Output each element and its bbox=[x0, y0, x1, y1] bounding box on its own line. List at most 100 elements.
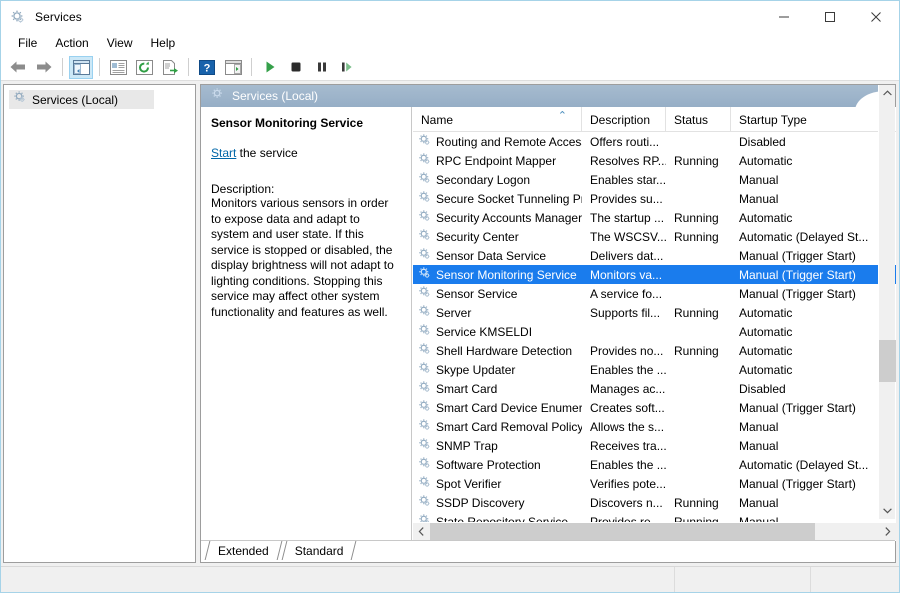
cell-service-name: SSDP Discovery bbox=[413, 494, 582, 511]
table-row[interactable]: Routing and Remote Access Offers routi...… bbox=[413, 132, 896, 151]
show-action-pane-icon[interactable] bbox=[221, 56, 245, 79]
table-row[interactable]: Sensor Data Service Delivers dat... Manual… bbox=[413, 246, 896, 265]
cell-startup-type: Manual bbox=[739, 191, 779, 206]
table-row[interactable]: Skype Updater Enables the ... Automatic bbox=[413, 360, 896, 379]
table-row[interactable]: Secure Socket Tunneling Pr... Provides su… bbox=[413, 189, 896, 208]
service-detail-panel: Sensor Monitoring Service Start the serv… bbox=[201, 107, 412, 541]
table-row[interactable]: Server Supports fil... Running Automatic bbox=[413, 303, 896, 322]
table-row[interactable]: Service KMSELDI Automatic bbox=[413, 322, 896, 341]
column-header-startup-type[interactable]: Startup Type bbox=[731, 107, 879, 132]
table-row[interactable]: Smart Card Manages ac... Disabled bbox=[413, 379, 896, 398]
list-horizontal-scrollbar[interactable] bbox=[413, 523, 896, 540]
services-gear-icon bbox=[418, 418, 432, 435]
cell-startup-type: Manual bbox=[739, 438, 779, 453]
back-icon[interactable] bbox=[6, 56, 30, 79]
close-button[interactable] bbox=[853, 1, 899, 32]
cell-service-name: RPC Endpoint Mapper bbox=[413, 152, 582, 169]
table-row[interactable]: State Repository Service Provides re... Ru… bbox=[413, 512, 896, 522]
start-service-icon[interactable] bbox=[258, 56, 282, 79]
cell-startup-type: Disabled bbox=[739, 381, 786, 396]
cell-startup-type: Manual (Trigger Start) bbox=[739, 267, 856, 282]
cell-startup-type: Automatic bbox=[739, 362, 793, 377]
services-gear-icon bbox=[13, 90, 27, 109]
cell-startup-type: Manual (Trigger Start) bbox=[739, 400, 856, 415]
menu-help[interactable]: Help bbox=[142, 33, 185, 53]
table-row[interactable]: Smart Card Removal Policy Allows the s...… bbox=[413, 417, 896, 436]
table-row[interactable]: Security Center The WSCSV... Running Automa… bbox=[413, 227, 896, 246]
table-row[interactable]: Security Accounts Manager The startup ...… bbox=[413, 208, 896, 227]
cell-startup-type: Disabled bbox=[739, 134, 786, 149]
services-window: Services File Action View Help ? Service… bbox=[0, 0, 900, 593]
menu-view[interactable]: View bbox=[98, 33, 142, 53]
restart-service-icon[interactable] bbox=[336, 56, 360, 79]
table-row[interactable]: Sensor Service A service fo... Manual (Tri… bbox=[413, 284, 896, 303]
menu-file[interactable]: File bbox=[9, 33, 46, 53]
table-row[interactable]: SSDP Discovery Discovers n... Running Manua… bbox=[413, 493, 896, 512]
horizontal-scrollbar-thumb[interactable] bbox=[430, 523, 815, 540]
column-header-name-label: Name bbox=[421, 112, 454, 127]
scroll-down-icon[interactable] bbox=[879, 502, 896, 519]
toolbar-separator bbox=[62, 58, 63, 76]
status-bar bbox=[1, 566, 899, 592]
cell-service-name: SNMP Trap bbox=[413, 437, 582, 454]
horizontal-scrollbar-track[interactable] bbox=[430, 523, 879, 540]
window-title: Services bbox=[35, 9, 82, 24]
show-hide-console-tree-icon[interactable] bbox=[69, 55, 93, 79]
service-name-label: Software Protection bbox=[436, 457, 541, 472]
cell-service-name: Shell Hardware Detection bbox=[413, 342, 582, 359]
status-bar-panel-2 bbox=[675, 567, 811, 592]
table-row[interactable]: Smart Card Device Enumera... Creates soft… bbox=[413, 398, 896, 417]
table-row[interactable]: Sensor Monitoring Service Monitors va... M… bbox=[413, 265, 896, 284]
scroll-right-icon[interactable] bbox=[879, 523, 896, 540]
forward-icon[interactable] bbox=[32, 56, 56, 79]
tab-standard[interactable]: Standard bbox=[282, 541, 357, 562]
toolbar-separator bbox=[99, 58, 100, 76]
services-gear-icon bbox=[418, 437, 432, 454]
table-row[interactable]: SNMP Trap Receives tra... Manual bbox=[413, 436, 896, 455]
services-gear-icon bbox=[418, 323, 432, 340]
cell-startup-type: Automatic bbox=[739, 210, 793, 225]
properties-icon[interactable] bbox=[106, 56, 130, 79]
maximize-button[interactable] bbox=[807, 1, 853, 32]
column-header-status[interactable]: Status bbox=[666, 107, 731, 132]
column-header-description[interactable]: Description bbox=[582, 107, 666, 132]
export-list-icon[interactable] bbox=[158, 56, 182, 79]
cell-description: A service fo... bbox=[590, 286, 663, 301]
table-row[interactable]: Software Protection Enables the ... Automa… bbox=[413, 455, 896, 474]
status-bar-panel-3 bbox=[811, 567, 899, 592]
pause-service-icon[interactable] bbox=[310, 56, 334, 79]
services-gear-icon bbox=[418, 475, 432, 492]
scroll-left-icon[interactable] bbox=[413, 523, 430, 540]
service-name-label: Spot Verifier bbox=[436, 476, 502, 491]
stop-service-icon[interactable] bbox=[284, 56, 308, 79]
menu-action[interactable]: Action bbox=[46, 33, 97, 53]
column-header-name[interactable]: Name ⌃ bbox=[413, 107, 582, 132]
table-row[interactable]: RPC Endpoint Mapper Resolves RP... Running… bbox=[413, 151, 896, 170]
service-detail-title: Sensor Monitoring Service bbox=[211, 116, 364, 130]
table-row[interactable]: Secondary Logon Enables star... Manual bbox=[413, 170, 896, 189]
cell-description: Receives tra... bbox=[590, 438, 666, 453]
services-gear-icon bbox=[418, 171, 432, 188]
services-gear-icon bbox=[418, 266, 432, 283]
start-service-link[interactable]: Start bbox=[211, 146, 236, 160]
tab-extended[interactable]: Extended bbox=[205, 541, 282, 562]
cell-startup-type: Manual (Trigger Start) bbox=[739, 476, 856, 491]
refresh-icon[interactable] bbox=[132, 56, 156, 79]
table-row[interactable]: Spot Verifier Verifies pote... Manual (Tri… bbox=[413, 474, 896, 493]
vertical-scrollbar-thumb[interactable] bbox=[879, 340, 896, 382]
help-icon[interactable]: ? bbox=[195, 56, 219, 79]
tree-item-services-local[interactable]: Services (Local) bbox=[9, 90, 154, 109]
cell-startup-type: Manual bbox=[739, 495, 779, 510]
service-name-label: Secondary Logon bbox=[436, 172, 531, 187]
column-header-status-label: Status bbox=[674, 112, 709, 127]
scroll-up-icon[interactable] bbox=[879, 85, 896, 102]
minimize-button[interactable] bbox=[761, 1, 807, 32]
cell-service-name: Smart Card Removal Policy bbox=[413, 418, 582, 435]
list-vertical-scrollbar[interactable] bbox=[878, 85, 896, 519]
service-name-label: SNMP Trap bbox=[436, 438, 498, 453]
service-detail-action: Start the service bbox=[211, 146, 401, 160]
services-gear-icon bbox=[418, 133, 432, 150]
services-gear-icon bbox=[418, 513, 432, 522]
cell-description: Manages ac... bbox=[590, 381, 666, 396]
table-row[interactable]: Shell Hardware Detection Provides no... Ru… bbox=[413, 341, 896, 360]
